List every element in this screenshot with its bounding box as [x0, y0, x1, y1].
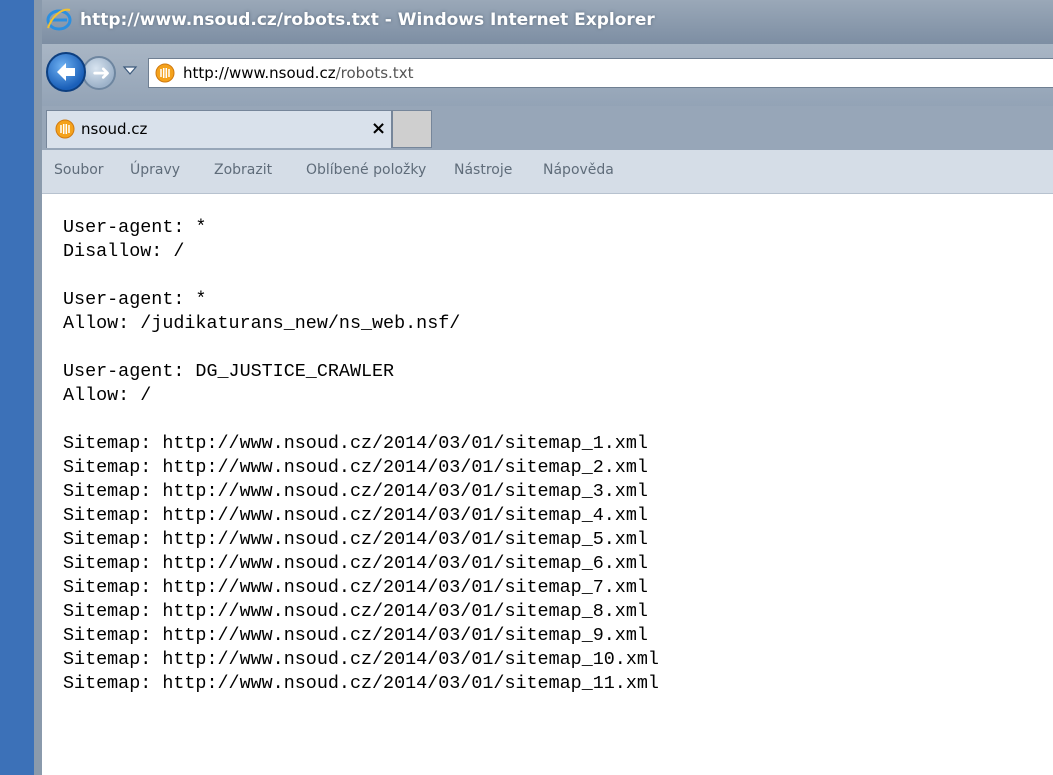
text-line: Sitemap: http://www.nsoud.cz/2014/03/01/…	[63, 481, 648, 502]
text-line: Sitemap: http://www.nsoud.cz/2014/03/01/…	[63, 457, 648, 478]
menu-item-help[interactable]: Nápověda	[543, 162, 614, 178]
text-line: Allow: /judikaturans_new/ns_web.nsf/	[63, 313, 461, 334]
forward-button[interactable]: ➜	[82, 56, 116, 90]
back-arrow-icon	[57, 63, 75, 81]
text-line: Sitemap: http://www.nsoud.cz/2014/03/01/…	[63, 529, 648, 550]
menu-bar: Soubor Úpravy Zobrazit Oblíbené položky …	[42, 150, 1053, 194]
forward-arrow-icon: ➜	[92, 60, 111, 85]
text-line: Disallow: /	[63, 241, 185, 262]
text-line: Sitemap: http://www.nsoud.cz/2014/03/01/…	[63, 577, 648, 598]
menu-item-tools[interactable]: Nástroje	[454, 162, 512, 178]
window-frame-left	[0, 0, 34, 775]
text-line: User-agent: *	[63, 289, 207, 310]
site-favicon-icon	[155, 63, 175, 83]
text-line: Sitemap: http://www.nsoud.cz/2014/03/01/…	[63, 625, 648, 646]
site-favicon-icon	[55, 119, 75, 139]
menu-item-view[interactable]: Zobrazit	[214, 162, 272, 178]
text-line: Sitemap: http://www.nsoud.cz/2014/03/01/…	[63, 553, 648, 574]
close-icon[interactable]: ×	[371, 118, 386, 139]
ie-logo-icon	[46, 8, 72, 31]
address-path: /robots.txt	[335, 64, 414, 82]
text-line: User-agent: DG_JUSTICE_CRAWLER	[63, 361, 395, 382]
menu-item-edit[interactable]: Úpravy	[130, 162, 180, 178]
text-line: Sitemap: http://www.nsoud.cz/2014/03/01/…	[63, 673, 659, 694]
menu-item-file[interactable]: Soubor	[54, 162, 104, 178]
menu-item-favorites[interactable]: Oblíbené položky	[306, 162, 426, 178]
back-button[interactable]	[46, 52, 86, 92]
address-url[interactable]: http://www.nsoud.cz/robots.txt	[183, 64, 413, 82]
tab-strip: nsoud.cz ×	[42, 106, 1053, 150]
tab-label: nsoud.cz	[81, 120, 148, 138]
new-tab-button[interactable]	[392, 110, 432, 148]
robots-txt-body: User-agent: * Disallow: / User-agent: * All…	[63, 216, 659, 696]
text-line: Sitemap: http://www.nsoud.cz/2014/03/01/…	[63, 649, 659, 670]
tab-nsoud[interactable]: nsoud.cz ×	[46, 110, 392, 148]
text-line: Sitemap: http://www.nsoud.cz/2014/03/01/…	[63, 505, 648, 526]
browser-window: http://www.nsoud.cz/robots.txt - Windows…	[0, 0, 1053, 775]
address-host: http://www.nsoud.cz	[183, 64, 336, 82]
navigation-bar: ➜ http://www.nsoud.cz/robots.txt	[42, 44, 1053, 106]
title-bar: http://www.nsoud.cz/robots.txt - Windows…	[42, 0, 1053, 44]
text-line: Sitemap: http://www.nsoud.cz/2014/03/01/…	[63, 433, 648, 454]
text-line: User-agent: *	[63, 217, 207, 238]
document-content: User-agent: * Disallow: / User-agent: * All…	[42, 194, 1053, 775]
text-line: Sitemap: http://www.nsoud.cz/2014/03/01/…	[63, 601, 648, 622]
text-line: Allow: /	[63, 385, 152, 406]
window-frame-inner	[34, 0, 42, 775]
window-title: http://www.nsoud.cz/robots.txt - Windows…	[80, 10, 655, 30]
chevron-down-icon[interactable]	[122, 62, 138, 78]
address-bar[interactable]: http://www.nsoud.cz/robots.txt	[148, 58, 1053, 88]
